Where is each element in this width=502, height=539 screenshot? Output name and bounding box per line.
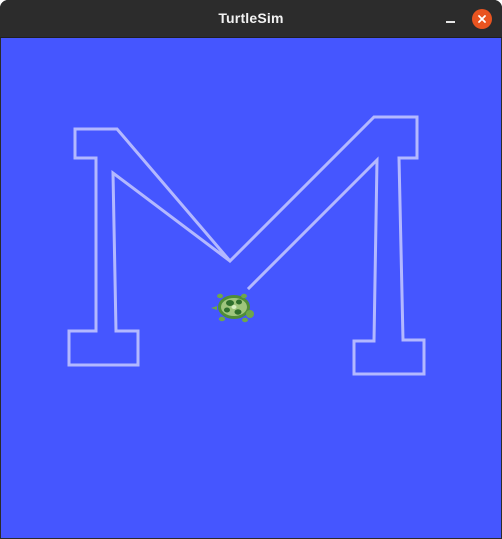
close-button[interactable]: [472, 9, 492, 29]
window-title: TurtleSim: [218, 10, 284, 26]
minimize-button[interactable]: [440, 9, 460, 29]
close-icon: [478, 15, 486, 23]
title-bar[interactable]: TurtleSim: [0, 0, 502, 38]
turtlesim-window: TurtleSim: [0, 0, 502, 539]
minimize-icon: [445, 21, 455, 23]
turtle-canvas[interactable]: [1, 38, 501, 538]
drawing-surface: [1, 38, 501, 538]
